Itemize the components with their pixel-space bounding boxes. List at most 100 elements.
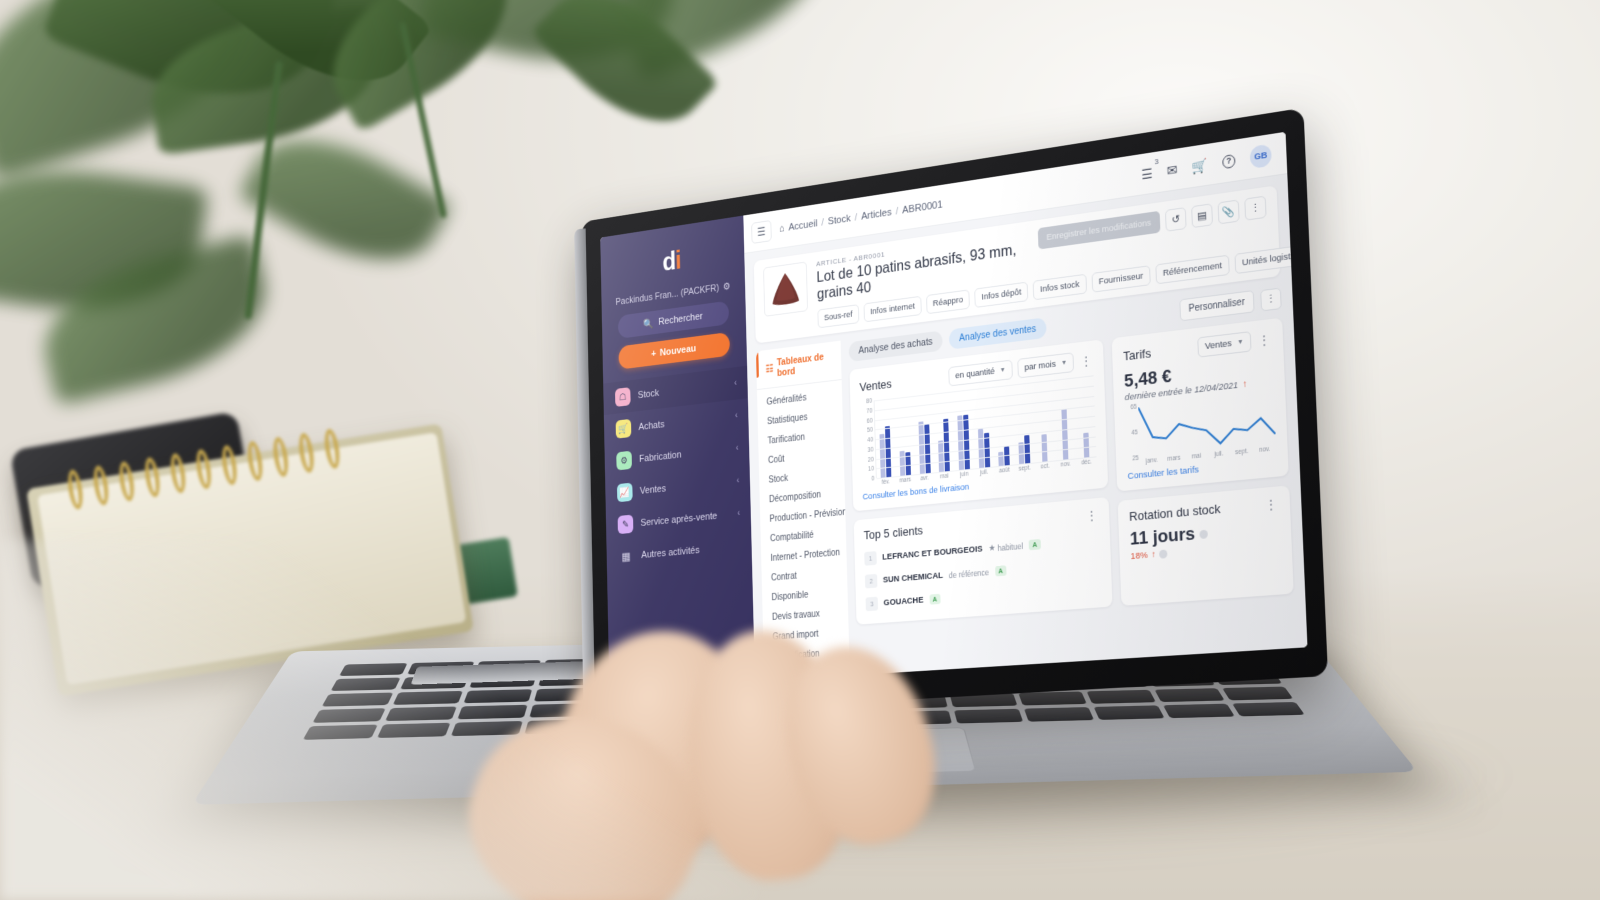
client-tag: de référence — [949, 567, 989, 579]
kebab-icon[interactable]: ⋮ — [1079, 353, 1093, 367]
rotation-delta-label: 18% — [1130, 550, 1148, 562]
x-tick-label: mars — [1167, 454, 1181, 463]
tasks-glyph: ☰ — [1141, 165, 1153, 182]
cart-icon[interactable]: 🛒 — [1192, 157, 1208, 175]
info-icon[interactable] — [1199, 529, 1209, 539]
x-tick-label: sept. — [1235, 448, 1249, 457]
bar[interactable] — [924, 424, 931, 474]
tasks-icon[interactable]: ☰ 3 — [1141, 157, 1158, 182]
unit-select-value: en quantité — [955, 366, 995, 382]
ventes-card-title: Ventes — [859, 376, 892, 395]
chevron-down-icon: ▼ — [999, 366, 1006, 375]
chevron-down-icon: ▼ — [1237, 338, 1244, 347]
client-rank: 3 — [865, 596, 879, 612]
warehouse-icon: ☖ — [614, 387, 631, 407]
chevron-left-icon[interactable]: ‹ — [736, 476, 739, 486]
client-name: GOUACHE — [883, 595, 924, 609]
bar[interactable] — [1041, 434, 1048, 462]
chevron-left-icon[interactable]: ‹ — [737, 509, 740, 519]
status-badge: A — [994, 565, 1007, 577]
bar[interactable] — [1061, 408, 1069, 460]
note-icon[interactable]: ▤ — [1191, 203, 1213, 229]
attachment-icon[interactable]: 📎 — [1217, 199, 1240, 225]
breadcrumb: ⌂ Accueil / Stock / Articles / ABR0001 — [779, 199, 943, 234]
help-icon[interactable]: ? — [1222, 153, 1236, 169]
dashboard-area: Analyse des achats Analyse des ventes Pe… — [840, 284, 1297, 676]
subnav-header-label: Tableaux de bord — [776, 351, 824, 379]
client-list: 1 LEFRANC ET BOURGEOIS ★ habituel A 2 SU… — [864, 527, 1102, 615]
status-badge: A — [929, 593, 941, 605]
tab-analyse-des-ventes[interactable]: Analyse des ventes — [948, 316, 1047, 350]
x-tick-label: nov. — [1060, 460, 1072, 469]
customize-button[interactable]: Personnaliser — [1179, 290, 1255, 322]
sidebar-item-label: Fabrication — [639, 449, 682, 465]
kebab-icon[interactable]: ⋮ — [1244, 195, 1267, 221]
tarifs-card-title: Tarifs — [1123, 345, 1152, 364]
save-button[interactable]: Enregistrer les modifications — [1037, 210, 1161, 250]
unit-select[interactable]: en quantité ▼ — [948, 359, 1013, 387]
kebab-icon[interactable]: ⋮ — [1085, 508, 1100, 522]
x-tick-label: déc. — [1081, 458, 1093, 467]
logo-letter-i: i — [674, 245, 682, 276]
bar[interactable] — [899, 450, 906, 476]
breadcrumb-item-accueil[interactable]: Accueil — [788, 218, 817, 233]
mail-icon[interactable]: ✉ — [1167, 161, 1178, 178]
home-icon[interactable]: ⌂ — [779, 223, 785, 234]
x-tick-label: mars — [899, 476, 912, 485]
client-tag-label: habituel — [997, 540, 1024, 553]
new-button[interactable]: + Nouveau — [618, 331, 730, 370]
tarifs-select[interactable]: Ventes ▼ — [1197, 331, 1252, 358]
arrow-up-icon: ↑ — [1151, 549, 1156, 561]
period-select[interactable]: par mois ▼ — [1017, 352, 1075, 379]
tab-analyse-des-achats[interactable]: Analyse des achats — [848, 329, 943, 362]
dashboard-content: ☷ Tableaux de bord Généralités Statistiq… — [755, 284, 1297, 681]
gear-icon[interactable]: ⚙ — [723, 280, 731, 292]
x-tick-label: juil. — [979, 468, 989, 477]
x-tick-label: fév. — [881, 478, 890, 486]
top-clients-title: Top 5 clients — [863, 523, 923, 543]
search-label: Rechercher — [658, 310, 703, 328]
bar[interactable] — [998, 451, 1005, 467]
secondary-nav: ☷ Tableaux de bord Généralités Statistiq… — [755, 340, 850, 681]
hamburger-icon[interactable]: ☰ — [751, 219, 772, 244]
content-pane: ☰ ⌂ Accueil / Stock / Articles / ABR0001 — [743, 131, 1308, 682]
bar[interactable] — [885, 426, 892, 478]
dashboard-icon: ☷ — [765, 363, 774, 375]
chevron-left-icon[interactable]: ‹ — [735, 411, 738, 421]
bar[interactable] — [943, 418, 951, 472]
kebab-icon[interactable]: ⋮ — [1256, 332, 1271, 347]
client-tag-label: de référence — [948, 567, 990, 580]
tarifs-select-value: Ventes — [1204, 338, 1232, 352]
tab-infos-depot[interactable]: Infos dépôt — [974, 281, 1029, 308]
breadcrumb-separator: / — [854, 211, 858, 223]
avatar[interactable]: GB — [1249, 143, 1272, 169]
breadcrumb-separator: / — [821, 216, 825, 228]
info-icon[interactable] — [1159, 549, 1168, 559]
status-badge: A — [1028, 538, 1041, 551]
chart-icon: 📈 — [616, 482, 633, 503]
period-select-value: par mois — [1024, 359, 1057, 374]
breadcrumb-item-stock[interactable]: Stock — [828, 213, 851, 227]
tab-reappro[interactable]: Réappro — [925, 289, 971, 315]
tab-infos-internet[interactable]: Infos internet — [863, 295, 922, 323]
kebab-icon[interactable]: ⋮ — [1260, 287, 1282, 311]
bar[interactable] — [1024, 434, 1031, 464]
x-tick-label: avr. — [920, 474, 930, 483]
subnav-list: Généralités Statistiques Tarification Co… — [756, 379, 850, 668]
breadcrumb-item-articles[interactable]: Articles — [861, 207, 892, 222]
x-tick-label: mai — [939, 472, 949, 481]
tab-sous-ref[interactable]: Sous-ref — [817, 304, 860, 329]
kebab-icon[interactable]: ⋮ — [1263, 497, 1279, 512]
chevron-left-icon[interactable]: ‹ — [736, 443, 739, 453]
y-tick-label: 40 — [867, 436, 874, 444]
ventes-card: Ventes en quantité ▼ par mois ▼ ⋮ 0 10 2… — [849, 339, 1109, 512]
client-rank: 1 — [864, 551, 877, 566]
bar[interactable] — [963, 414, 970, 470]
tarifs-link[interactable]: Consulter les tarifs — [1128, 465, 1200, 482]
pen-icon: ✎ — [617, 514, 634, 535]
y-tick-label: 80 — [866, 397, 873, 405]
article-main: ARTICLE - ABR0001 Lot de 10 patins abras… — [816, 230, 1308, 329]
chevron-left-icon[interactable]: ‹ — [734, 378, 737, 388]
history-icon[interactable]: ↺ — [1164, 207, 1187, 232]
y-tick-label: 65 — [1130, 403, 1137, 411]
